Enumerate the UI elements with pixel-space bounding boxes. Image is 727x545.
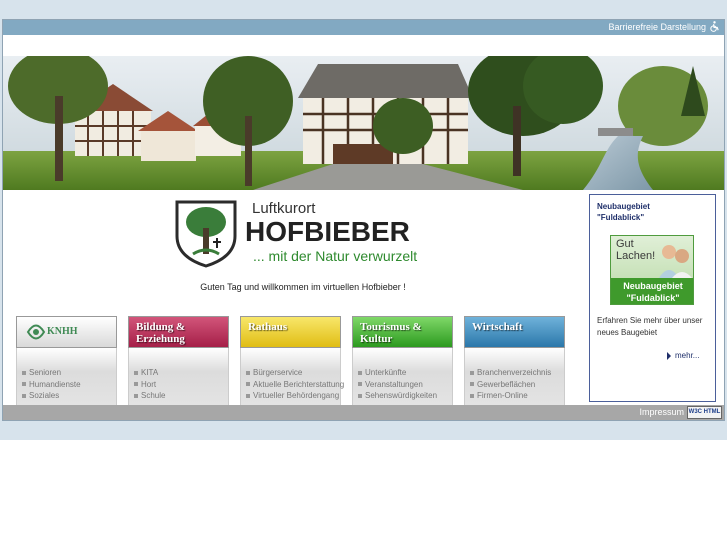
category-item[interactable]: Aktuelle Berichterstattung xyxy=(246,379,344,391)
village-panorama-image xyxy=(3,56,724,190)
category-title: Bildung & Erziehung xyxy=(136,321,186,345)
category-item[interactable]: Branchenverzeichnis xyxy=(470,367,551,379)
fuldablick-banner[interactable]: Gut Lachen! Neubaugebiet "Fuldablick" xyxy=(610,235,694,305)
category-item[interactable]: Soziales xyxy=(22,390,81,402)
logo-name: HOFBIEBER xyxy=(245,216,410,247)
category-list: Unterkünfte Veranstaltungen Sehenswürdig… xyxy=(358,367,437,402)
welcome-text: Guten Tag und willkommen im virtuellen H… xyxy=(200,282,406,292)
bullet-icon xyxy=(246,370,250,375)
accessibility-label: Barrierefreie Darstellung xyxy=(608,21,706,32)
item-label: Hort xyxy=(141,379,157,389)
item-label: Unterkünfte xyxy=(365,368,407,377)
bullet-icon xyxy=(134,382,138,387)
banner-label: Neubaugebiet "Fuldablick" xyxy=(611,278,693,304)
category-item[interactable]: Bürgerservice xyxy=(246,367,344,379)
item-label: Soziales xyxy=(29,391,60,400)
logo-tagline-top: Luftkurort xyxy=(252,200,316,217)
category-header[interactable]: Wirtschaft xyxy=(464,316,565,348)
category-item[interactable]: Hort xyxy=(134,379,165,391)
sidebox-title: Neubaugebiet "Fuldablick" xyxy=(597,201,650,223)
category-item[interactable]: Firmen-Online xyxy=(470,390,551,402)
category-header[interactable]: Bildung & Erziehung xyxy=(128,316,229,348)
logo-tagline-bottom: ... mit der Natur verwurzelt xyxy=(253,248,418,264)
bullet-icon xyxy=(358,382,362,387)
category-list: Bürgerservice Aktuelle Berichterstattung… xyxy=(246,367,344,402)
bullet-icon xyxy=(358,393,362,398)
more-link[interactable]: mehr... xyxy=(667,351,699,360)
category-item[interactable]: Sehenswürdigkeiten xyxy=(358,390,437,402)
hofbieber-logo[interactable]: Luftkurort HOFBIEBER ... mit der Natur v… xyxy=(173,198,433,268)
family-photo-icon xyxy=(659,245,692,278)
item-label: Firmen-Online xyxy=(477,391,528,400)
category-item[interactable]: Gewerbeflächen xyxy=(470,379,551,391)
bullet-icon xyxy=(22,370,26,375)
w3c-badge-icon[interactable]: W3C HTML 4.01 xyxy=(687,406,722,419)
bullet-icon xyxy=(246,382,250,387)
knhh-logo-icon xyxy=(26,324,46,340)
item-label: Gewerbeflächen xyxy=(477,379,536,389)
bullet-icon xyxy=(22,382,26,387)
more-link-label: mehr... xyxy=(675,351,700,360)
sidebox-title-line: Neubaugebiet xyxy=(597,202,650,211)
banner-slogan-line: Gut xyxy=(616,238,634,250)
item-label: Humandienste xyxy=(29,379,81,389)
sidebox-title-line: "Fuldablick" xyxy=(597,213,645,222)
category-header[interactable]: Rathaus xyxy=(240,316,341,348)
bullet-icon xyxy=(470,393,474,398)
sidebox-description: Erfahren Sie mehr über unser neues Bauge… xyxy=(597,316,703,337)
site-frame: Barrierefreie Darstellung Luftkurort HOF… xyxy=(2,19,725,421)
category-list: Senioren Humandienste Soziales xyxy=(22,367,81,402)
top-bar: Barrierefreie Darstellung xyxy=(3,20,724,35)
category-item[interactable]: Veranstaltungen xyxy=(358,379,437,391)
category-title: KNHH xyxy=(47,326,78,337)
category-item[interactable]: Unterkünfte xyxy=(358,367,437,379)
category-list: KITA Hort Schule xyxy=(134,367,165,402)
item-label: Senioren xyxy=(29,368,62,377)
banner-label-line: "Fuldablick" xyxy=(626,293,680,303)
bullet-icon xyxy=(358,370,362,375)
item-label: Bürgerservice xyxy=(253,368,303,377)
item-label: Virtueller Behördengang xyxy=(253,391,340,400)
neubaugebiet-box: Neubaugebiet "Fuldablick" Gut Lachen! Ne… xyxy=(589,194,716,402)
category-list: Branchenverzeichnis Gewerbeflächen Firme… xyxy=(470,367,551,402)
banner-slogan: Gut Lachen! xyxy=(616,238,655,262)
category-item[interactable]: KITA xyxy=(134,367,165,379)
banner-label-line: Neubaugebiet xyxy=(623,281,683,291)
bullet-icon xyxy=(22,393,26,398)
wheelchair-icon xyxy=(710,21,719,32)
category-header[interactable]: KNHH xyxy=(16,316,117,348)
category-title: Rathaus xyxy=(248,321,288,333)
accessibility-link[interactable]: Barrierefreie Darstellung xyxy=(608,21,720,32)
banner-slogan-line: Lachen! xyxy=(616,250,656,262)
impressum-link[interactable]: Impressum xyxy=(639,407,684,417)
category-header[interactable]: Tourismus & Kultur xyxy=(352,316,453,348)
category-item[interactable]: Senioren xyxy=(22,367,81,379)
category-title: Tourismus & Kultur xyxy=(360,321,422,345)
item-label: Sehenswürdigkeiten xyxy=(365,391,438,400)
category-title: Wirtschaft xyxy=(472,321,523,333)
bullet-icon xyxy=(134,370,138,375)
item-label: KITA xyxy=(141,368,159,377)
bullet-icon xyxy=(470,382,474,387)
bullet-icon xyxy=(246,393,250,398)
category-item[interactable]: Humandienste xyxy=(22,379,81,391)
arrow-right-icon xyxy=(667,351,671,360)
footer-bar: Impressum W3C HTML 4.01 xyxy=(3,405,724,420)
item-label: Veranstaltungen xyxy=(365,379,423,389)
category-item[interactable]: Virtueller Behördengang xyxy=(246,390,344,402)
item-label: Schule xyxy=(141,391,166,400)
bullet-icon xyxy=(470,370,474,375)
bullet-icon xyxy=(134,393,138,398)
item-label: Branchenverzeichnis xyxy=(477,368,552,377)
item-label: Aktuelle Berichterstattung xyxy=(253,379,345,389)
category-item[interactable]: Schule xyxy=(134,390,165,402)
